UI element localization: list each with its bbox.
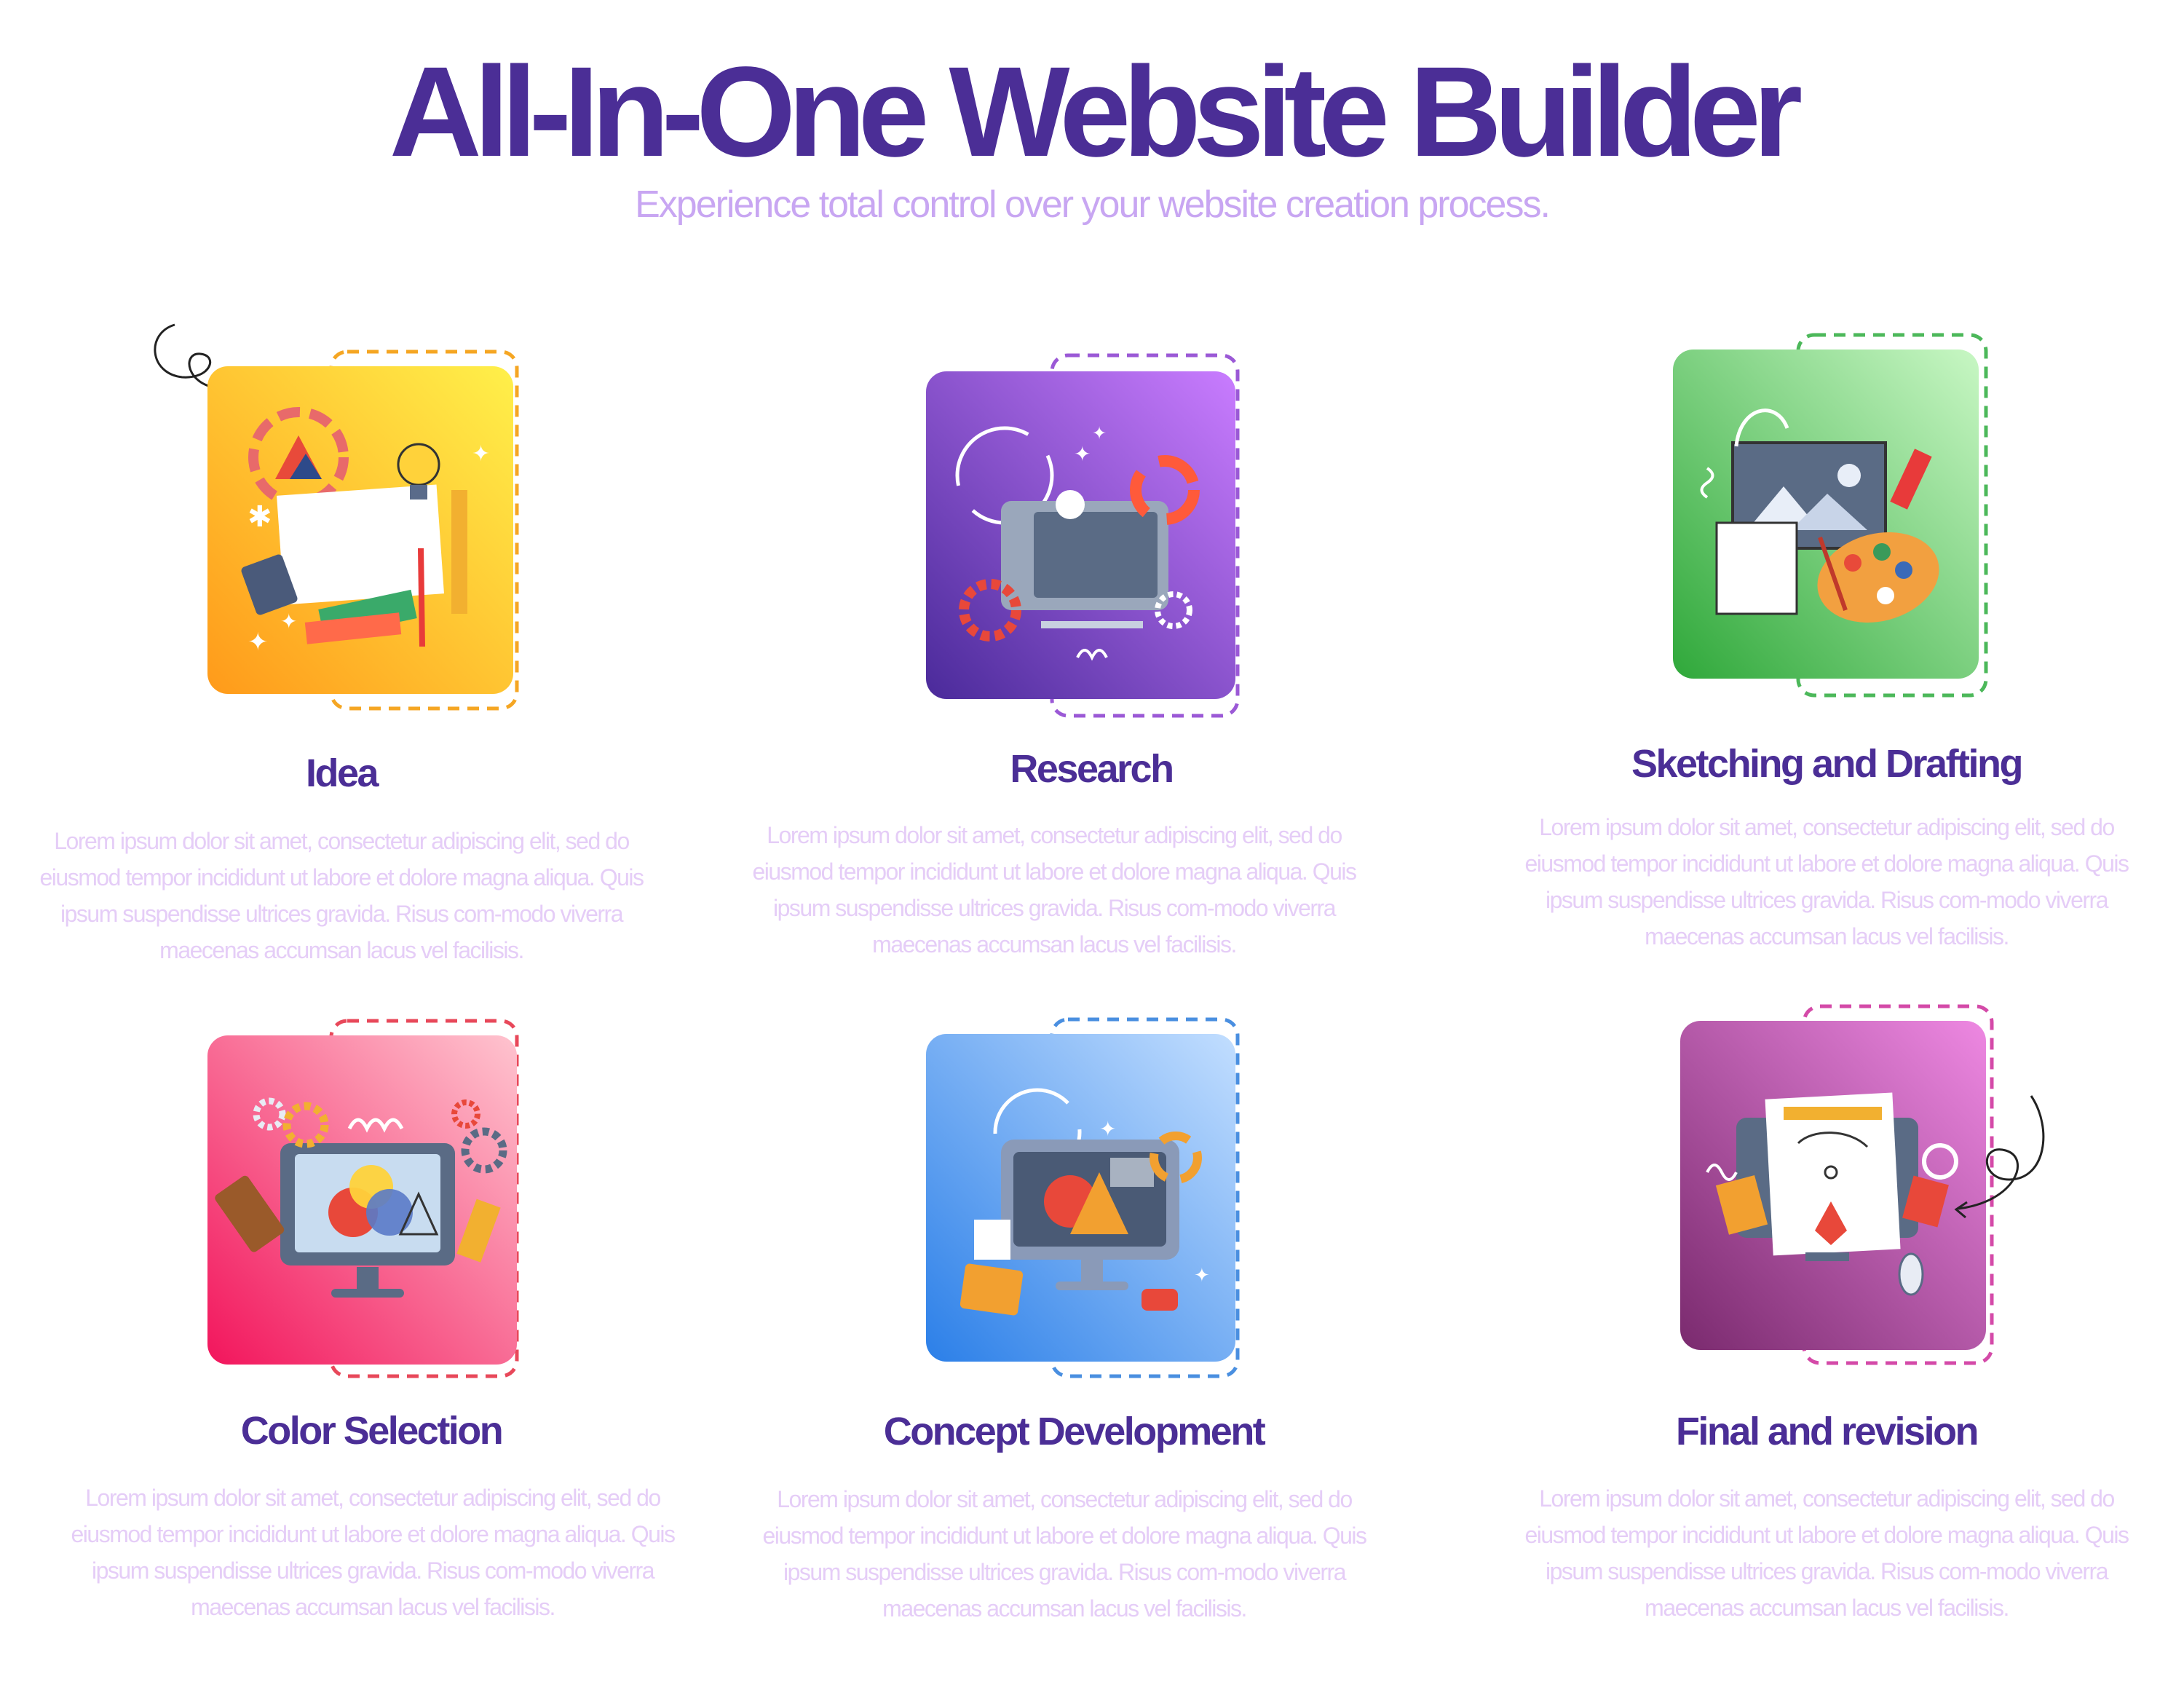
svg-text:✦: ✦ bbox=[1074, 442, 1091, 466]
research-illustration: ✦ ✦ bbox=[926, 353, 1240, 718]
feature-description: Lorem ipsum dolor sit amet, consectetur … bbox=[39, 828, 644, 963]
svg-text:✦: ✦ bbox=[1092, 423, 1107, 443]
feature-title: Sketching and Drafting bbox=[1631, 742, 2024, 786]
feature-card-final-revision: Final and revision Lorem ipsum dolor sit… bbox=[1456, 961, 2184, 1660]
color-selection-illustration bbox=[207, 1019, 519, 1378]
svg-text:✦: ✦ bbox=[1194, 1265, 1210, 1287]
feature-title: Research bbox=[1010, 747, 1174, 791]
feature-title: Idea bbox=[305, 751, 379, 795]
feature-description: Lorem ipsum dolor sit amet, consectetur … bbox=[1524, 814, 2129, 949]
feature-card-idea: ✱ ✦ ✦ ✦ Idea Lorem ipsum dolor sit amet,… bbox=[0, 304, 728, 1003]
feature-description: Lorem ipsum dolor sit amet, consectetur … bbox=[762, 1486, 1367, 1622]
page-subtitle: Experience total control over your websi… bbox=[635, 183, 1551, 226]
svg-text:✦: ✦ bbox=[248, 628, 269, 657]
feature-card-color-selection: Color Selection Lorem ipsum dolor sit am… bbox=[0, 961, 728, 1660]
feature-title: Concept Development bbox=[883, 1410, 1266, 1453]
sketching-illustration bbox=[1673, 333, 1988, 698]
feature-title: Color Selection bbox=[240, 1409, 504, 1453]
idea-illustration: ✱ ✦ ✦ ✦ bbox=[154, 323, 519, 711]
svg-text:✦: ✦ bbox=[472, 441, 490, 467]
concept-development-illustration: ✦ ✦ bbox=[926, 1017, 1240, 1378]
page-title: All-In-One Website Builder bbox=[389, 41, 1803, 183]
feature-description: Lorem ipsum dolor sit amet, consectetur … bbox=[752, 822, 1357, 957]
feature-card-research: ✦ ✦ Research Lorem ipsum dolor sit amet,… bbox=[728, 304, 1456, 1003]
svg-text:✦: ✦ bbox=[280, 609, 297, 633]
feature-card-sketching: Sketching and Drafting Lorem ipsum dolor… bbox=[1456, 304, 2184, 1003]
feature-card-concept-development: ✦ ✦ Concept Development Lorem ipsum dolo… bbox=[728, 961, 1456, 1660]
feature-title: Final and revision bbox=[1675, 1410, 1979, 1453]
svg-text:✱: ✱ bbox=[248, 500, 272, 534]
feature-description: Lorem ipsum dolor sit amet, consectetur … bbox=[1524, 1485, 2129, 1621]
final-revision-illustration bbox=[1680, 1004, 2045, 1365]
svg-text:✦: ✦ bbox=[1099, 1117, 1116, 1141]
feature-description: Lorem ipsum dolor sit amet, consectetur … bbox=[71, 1485, 676, 1620]
